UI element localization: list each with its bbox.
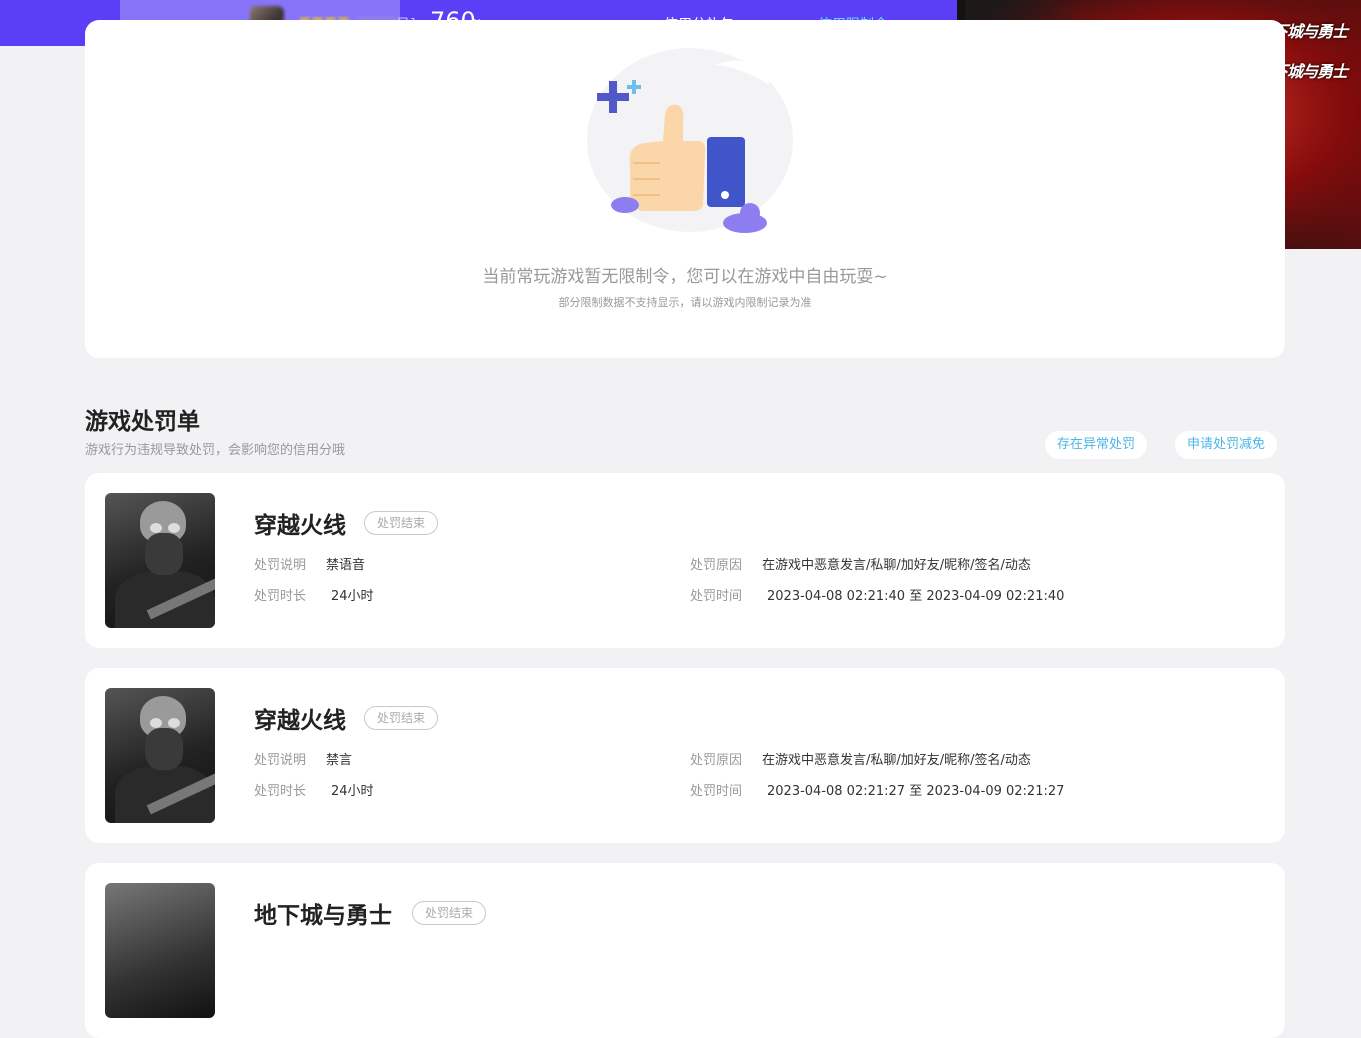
reason-label: 处罚原因 (690, 558, 743, 573)
thumbnail-figure (150, 718, 162, 728)
duration-label: 处罚时长 (254, 784, 307, 799)
thumbnail-figure (115, 571, 215, 628)
game-thumbnail (105, 688, 215, 823)
thumbnail-figure (145, 533, 183, 575)
penalty-section-subtitle: 游戏行为违规导致处罚，会影响您的信用分哦 (85, 443, 346, 458)
thumbnail-figure (115, 766, 215, 823)
restriction-card: 当前常玩游戏暂无限制令，您可以在游戏中自由玩耍~ 部分限制数据不支持显示，请以游… (85, 20, 1285, 358)
game-thumbnail (105, 493, 215, 628)
time-value: 2023-04-08 02:21:40 至 2023-04-09 02:21:4… (767, 589, 1065, 604)
thumbnail-figure (145, 728, 183, 770)
penalty-section-title: 游戏处罚单 (85, 409, 200, 435)
game-name: 穿越火线 (254, 708, 346, 734)
empty-state-title: 当前常玩游戏暂无限制令，您可以在游戏中自由玩耍~ (482, 267, 888, 287)
thumbnail-figure (168, 718, 180, 728)
time-value: 2023-04-08 02:21:27 至 2023-04-09 02:21:2… (767, 784, 1065, 799)
thumbs-up-illustration (587, 48, 793, 233)
duration-label: 处罚时长 (254, 589, 307, 604)
game-thumbnail (105, 883, 215, 1018)
status-badge: 处罚结束 (412, 901, 487, 925)
penalty-card: 穿越火线 处罚结束 处罚说明 禁语音 处罚时长 24小时 处罚原因 在游戏中恶意… (85, 473, 1285, 648)
desc-value: 禁语音 (326, 558, 366, 573)
reason-label: 处罚原因 (690, 753, 743, 768)
duration-value: 24小时 (331, 784, 374, 799)
status-badge: 处罚结束 (364, 706, 439, 730)
thumbnail-figure (168, 523, 180, 533)
desc-label: 处罚说明 (254, 558, 307, 573)
thumbnail-figure (150, 523, 162, 533)
time-label: 处罚时间 (690, 589, 743, 604)
game-name: 穿越火线 (254, 513, 346, 539)
game-name: 地下城与勇士 (254, 903, 392, 929)
penalty-card: 地下城与勇士 处罚结束 (85, 863, 1285, 1038)
penalty-card: 穿越火线 处罚结束 处罚说明 禁言 处罚时长 24小时 处罚原因 在游戏中恶意发… (85, 668, 1285, 843)
abnormal-penalty-button[interactable]: 存在异常处罚 (1045, 431, 1148, 459)
reason-value: 在游戏中恶意发言/私聊/加好友/昵称/签名/动态 (762, 753, 1031, 768)
appeal-penalty-button[interactable]: 申请处罚减免 (1175, 431, 1278, 459)
desc-label: 处罚说明 (254, 753, 307, 768)
empty-state-note: 部分限制数据不支持显示，请以游戏内限制记录为准 (558, 296, 812, 309)
reason-value: 在游戏中恶意发言/私聊/加好友/昵称/签名/动态 (762, 558, 1031, 573)
desc-value: 禁言 (326, 753, 353, 768)
time-label: 处罚时间 (690, 784, 743, 799)
duration-value: 24小时 (331, 589, 374, 604)
status-badge: 处罚结束 (364, 511, 439, 535)
